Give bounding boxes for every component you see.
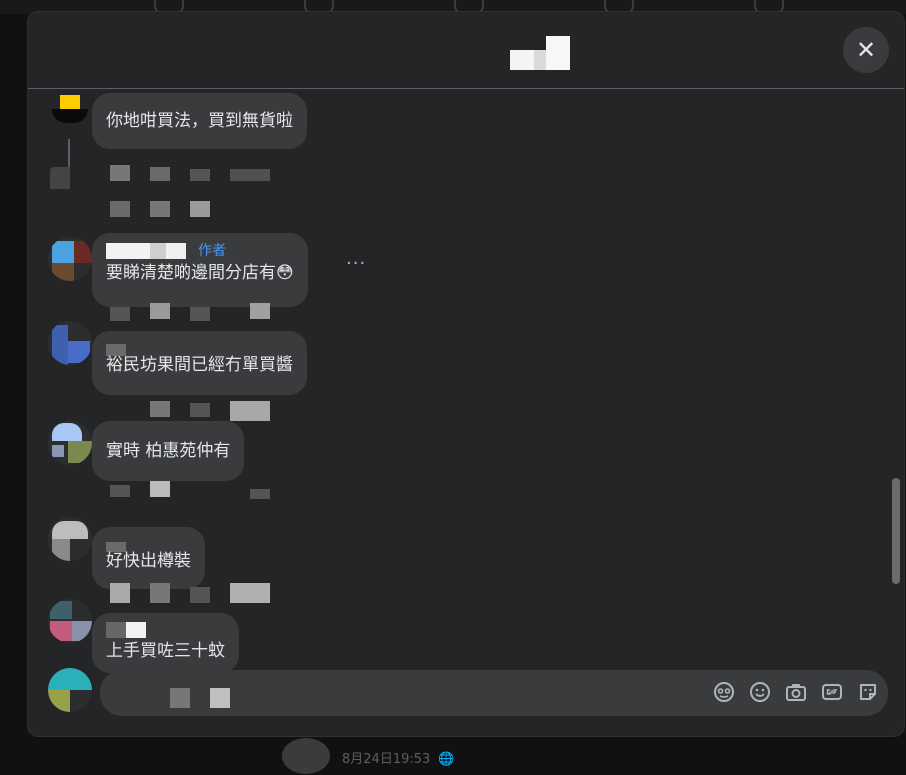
comment-bubble: 你地咁買法，買到無貨啦 xyxy=(92,93,307,149)
sticker-face-icon[interactable] xyxy=(712,680,736,704)
comment-text: 實時 柏惠苑仲有 xyxy=(106,441,231,461)
comment-actions-redacted[interactable] xyxy=(110,165,310,183)
dialog-title-redacted xyxy=(510,36,570,70)
comment-bubble: 實時 柏惠苑仲有 xyxy=(92,421,245,481)
avatar[interactable] xyxy=(48,237,92,281)
avatar xyxy=(282,738,330,774)
comment-text: 要睇清楚啲邊間分店有😳 xyxy=(106,263,294,283)
comments-dialog: ✕ 你地咁買法，買到無貨啦 作者 要睇清楚啲邊間分店有😳 ··· 裕民坊果間已經… xyxy=(28,12,904,736)
comment-actions-redacted[interactable] xyxy=(110,303,310,321)
comment-actions-redacted[interactable] xyxy=(110,583,310,603)
composer-toolbar xyxy=(712,680,880,704)
comment-text: 你地咁買法，買到無貨啦 xyxy=(106,111,293,131)
commenter-name-redacted[interactable] xyxy=(106,243,186,259)
comment-bubble: 上手買咗三十蚊 xyxy=(92,613,239,673)
emoji-icon[interactable] xyxy=(748,680,772,704)
close-button[interactable]: ✕ xyxy=(843,27,889,73)
avatar[interactable] xyxy=(48,89,92,133)
comment-text: 上手買咗三十蚊 xyxy=(106,641,225,661)
close-icon: ✕ xyxy=(855,36,877,64)
comment-actions-redacted[interactable] xyxy=(110,481,310,499)
gif-icon[interactable] xyxy=(820,680,844,704)
comment-bubble: 作者 要睇清楚啲邊間分店有😳 xyxy=(92,233,308,307)
sticker-icon[interactable] xyxy=(856,680,880,704)
background-post-meta: 8月24日19:53 🌐 xyxy=(280,736,520,774)
scrollbar[interactable] xyxy=(892,478,900,584)
author-badge: 作者 xyxy=(198,243,226,259)
camera-icon[interactable] xyxy=(784,680,808,704)
comment-more-button[interactable]: ··· xyxy=(346,253,366,274)
comment-text: 好快出樽裝 xyxy=(106,551,191,571)
comment-input[interactable] xyxy=(100,670,888,716)
current-user-avatar xyxy=(48,668,92,712)
avatar[interactable] xyxy=(48,517,92,561)
comment-bubble: 裕民坊果間已經冇單買醬 xyxy=(92,331,307,395)
comment-list[interactable]: 你地咁買法，買到無貨啦 作者 要睇清楚啲邊間分店有😳 ··· 裕民坊果間已經冇單… xyxy=(28,89,904,673)
post-timestamp: 8月24日19:53 xyxy=(342,752,431,767)
comment-reactions-redacted[interactable] xyxy=(110,201,230,219)
avatar[interactable] xyxy=(48,599,92,643)
comment-text: 裕民坊果間已經冇單買醬 xyxy=(106,355,293,375)
comment-bubble: 好快出樽裝 xyxy=(92,527,205,589)
avatar[interactable] xyxy=(48,421,92,465)
globe-icon: 🌐 xyxy=(438,752,455,767)
comment-actions-redacted[interactable] xyxy=(110,401,310,421)
dialog-header: ✕ xyxy=(28,12,904,89)
avatar[interactable] xyxy=(48,321,92,365)
